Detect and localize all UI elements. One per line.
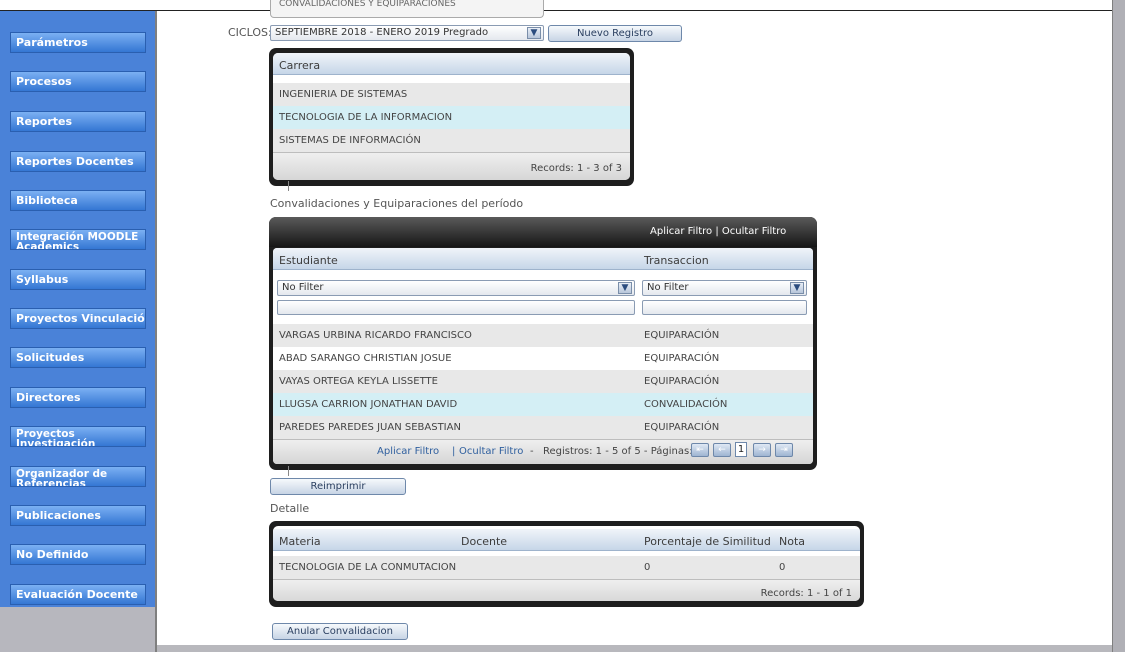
ciclos-label: CICLOS: bbox=[228, 26, 272, 39]
grid-toolbar: Aplicar Filtro | Ocultar Filtro bbox=[269, 217, 817, 247]
cell-estudiante: LLUGSA CARRION JONATHAN DAVID bbox=[279, 399, 458, 410]
sidebar-item-no-definido[interactable]: No Definido bbox=[10, 544, 146, 565]
carrera-row[interactable]: INGENIERIA DE SISTEMAS bbox=[273, 83, 630, 106]
col-docente[interactable]: Docente bbox=[461, 535, 507, 548]
sidebar-item-solicitudes[interactable]: Solicitudes bbox=[10, 347, 146, 368]
table-row[interactable]: LLUGSA CARRION JONATHAN DAVID CONVALIDAC… bbox=[273, 393, 813, 416]
col-nota[interactable]: Nota bbox=[779, 535, 805, 548]
estudiante-filter-value: No Filter bbox=[282, 282, 324, 293]
footer-dash: - bbox=[530, 446, 534, 457]
carrera-row[interactable]: TECNOLOGIA DE LA INFORMACION bbox=[273, 106, 630, 129]
right-scroll-gutter[interactable] bbox=[1112, 0, 1125, 652]
chevron-down-icon[interactable]: ▼ bbox=[790, 282, 804, 294]
table-row[interactable]: VARGAS URBINA RICARDO FRANCISCO EQUIPARA… bbox=[273, 324, 813, 347]
cell-transaccion: CONVALIDACIÓN bbox=[644, 399, 728, 410]
footer-ocultar-filtro-link[interactable]: Ocultar Filtro bbox=[459, 446, 523, 457]
cell-estudiante: VARGAS URBINA RICARDO FRANCISCO bbox=[279, 330, 472, 341]
transaccion-filter-text[interactable] bbox=[642, 300, 807, 315]
convalidaciones-title: Convalidaciones y Equiparaciones del per… bbox=[270, 197, 524, 210]
reimprimir-button[interactable]: Reimprimir bbox=[270, 478, 406, 495]
cell-materia: TECNOLOGIA DE LA CONMUTACION bbox=[279, 562, 457, 573]
cell-porcentaje: 0 bbox=[644, 562, 651, 573]
detalle-grid: Materia Docente Porcentaje de Similitud … bbox=[269, 521, 864, 607]
sidebar-footer bbox=[0, 607, 155, 652]
estudiante-filter-select[interactable]: No Filter ▼ bbox=[277, 280, 635, 296]
cell-transaccion: EQUIPARACIÓN bbox=[644, 353, 720, 364]
col-estudiante[interactable]: Estudiante bbox=[279, 254, 338, 267]
nuevo-registro-button[interactable]: Nuevo Registro bbox=[548, 25, 682, 42]
sidebar-item-reportes-docentes[interactable]: Reportes Docentes bbox=[10, 151, 146, 172]
toolbar-filter-links[interactable]: Aplicar Filtro | Ocultar Filtro bbox=[650, 226, 786, 237]
convalidaciones-grid: Aplicar Filtro | Ocultar Filtro Estudian… bbox=[269, 217, 817, 470]
resize-handle bbox=[288, 181, 289, 191]
chevron-down-icon[interactable]: ▼ bbox=[618, 282, 632, 294]
cell-nota: 0 bbox=[779, 562, 786, 573]
first-page-icon[interactable]: ⇤ bbox=[691, 443, 709, 457]
sidebar-item-parametros[interactable]: Parámetros bbox=[10, 32, 146, 53]
detalle-title: Detalle bbox=[270, 502, 310, 515]
ciclo-select[interactable]: SEPTIEMBRE 2018 - ENERO 2019 Pregrado ▼ bbox=[270, 25, 544, 41]
carrera-records: Records: 1 - 3 of 3 bbox=[530, 163, 622, 174]
carrera-grid: Carrera INGENIERIA DE SISTEMAS TECNOLOGI… bbox=[269, 48, 634, 186]
conv-footer: Aplicar Filtro | Ocultar Filtro - Regist… bbox=[273, 439, 813, 464]
sidebar-item-integracion-moodle[interactable]: Integración MOODLE Academics bbox=[10, 229, 146, 250]
sidebar-item-reportes[interactable]: Reportes bbox=[10, 111, 146, 132]
resize-handle bbox=[288, 466, 289, 476]
sidebar-item-procesos[interactable]: Procesos bbox=[10, 71, 146, 92]
sidebar-item-organizador-referencias[interactable]: Organizador de Referencias bbox=[10, 466, 146, 487]
carrera-footer: Records: 1 - 3 of 3 bbox=[273, 152, 630, 180]
content-left-border bbox=[155, 11, 157, 652]
next-page-icon[interactable]: → bbox=[753, 443, 771, 457]
last-page-icon[interactable]: ⇥ bbox=[775, 443, 793, 457]
col-porcentaje[interactable]: Porcentaje de Similitud bbox=[644, 535, 771, 548]
cell-estudiante: VAYAS ORTEGA KEYLA LISSETTE bbox=[279, 376, 438, 387]
transaccion-filter-select[interactable]: No Filter ▼ bbox=[642, 280, 807, 296]
table-row[interactable]: TECNOLOGIA DE LA CONMUTACION 0 0 bbox=[273, 556, 860, 579]
cell-estudiante: PAREDES PAREDES JUAN SEBASTIAN bbox=[279, 422, 461, 433]
detalle-footer: Records: 1 - 1 of 1 bbox=[273, 579, 860, 601]
section-tab-partial: CONVALIDACIONES Y EQUIPARACIONES bbox=[270, 0, 544, 18]
sidebar-item-syllabus[interactable]: Syllabus bbox=[10, 269, 146, 290]
carrera-row[interactable]: SISTEMAS DE INFORMACIÓN bbox=[273, 129, 630, 152]
sidebar-item-evaluacion-docente[interactable]: Evaluación Docente bbox=[10, 584, 146, 605]
page-number[interactable]: 1 bbox=[735, 442, 747, 457]
chevron-down-icon[interactable]: ▼ bbox=[527, 27, 541, 39]
cell-transaccion: EQUIPARACIÓN bbox=[644, 376, 720, 387]
footer-records: Registros: 1 - 5 of 5 - Páginas: bbox=[543, 446, 693, 457]
cell-transaccion: EQUIPARACIÓN bbox=[644, 330, 720, 341]
conv-header-row: Estudiante Transaccion bbox=[273, 248, 813, 270]
estudiante-filter-text[interactable] bbox=[277, 300, 635, 315]
sidebar-item-proyectos-investigacion[interactable]: Proyectos Investigación bbox=[10, 426, 146, 447]
prev-page-icon[interactable]: ← bbox=[713, 443, 731, 457]
footer-separator: | bbox=[452, 446, 456, 457]
content-bottom-edge bbox=[157, 645, 1112, 652]
sidebar-item-publicaciones[interactable]: Publicaciones bbox=[10, 505, 146, 526]
table-row[interactable]: VAYAS ORTEGA KEYLA LISSETTE EQUIPARACIÓN bbox=[273, 370, 813, 393]
col-materia[interactable]: Materia bbox=[279, 535, 321, 548]
carrera-header[interactable]: Carrera bbox=[273, 53, 630, 75]
ciclo-select-value: SEPTIEMBRE 2018 - ENERO 2019 Pregrado bbox=[275, 27, 489, 38]
cell-estudiante: ABAD SARANGO CHRISTIAN JOSUE bbox=[279, 353, 452, 364]
footer-aplicar-filtro-link[interactable]: Aplicar Filtro bbox=[377, 446, 439, 457]
anular-convalidacion-button[interactable]: Anular Convalidacion bbox=[272, 623, 408, 640]
cell-transaccion: EQUIPARACIÓN bbox=[644, 422, 720, 433]
table-row[interactable]: PAREDES PAREDES JUAN SEBASTIAN EQUIPARAC… bbox=[273, 416, 813, 439]
top-divider bbox=[0, 10, 1125, 11]
detalle-header-row: Materia Docente Porcentaje de Similitud … bbox=[273, 529, 860, 551]
col-transaccion[interactable]: Transaccion bbox=[644, 254, 709, 267]
transaccion-filter-value: No Filter bbox=[647, 282, 689, 293]
table-row[interactable]: ABAD SARANGO CHRISTIAN JOSUE EQUIPARACIÓ… bbox=[273, 347, 813, 370]
sidebar-item-biblioteca[interactable]: Biblioteca bbox=[10, 190, 146, 211]
sidebar-item-directores[interactable]: Directores bbox=[10, 387, 146, 408]
detalle-records: Records: 1 - 1 of 1 bbox=[760, 588, 852, 599]
sidebar-item-proyectos-vinculacion[interactable]: Proyectos Vinculación bbox=[10, 308, 146, 329]
